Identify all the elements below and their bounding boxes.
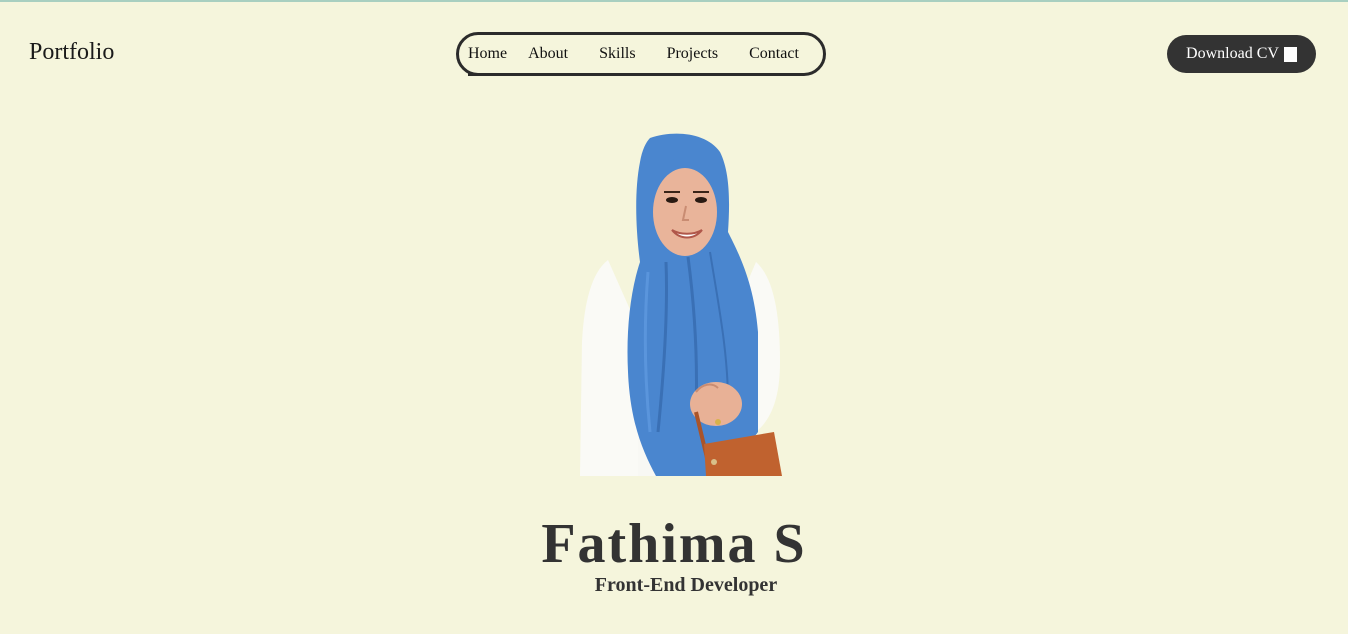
profile-photo xyxy=(580,133,782,476)
hero-role: Front-End Developer xyxy=(594,574,778,596)
nav-skills[interactable]: Skills xyxy=(599,45,635,63)
download-icon xyxy=(1283,46,1297,62)
nav-home[interactable]: Home xyxy=(468,45,507,63)
download-cv-label: Download CV xyxy=(1186,45,1279,62)
nav-about[interactable]: About xyxy=(528,45,568,63)
nav-contact[interactable]: Contact xyxy=(749,45,799,63)
download-cv-button[interactable]: Download CV xyxy=(1167,35,1316,73)
active-nav-indicator xyxy=(468,73,537,76)
main-nav: Home About Skills Projects Contact xyxy=(456,32,826,76)
hero-name: Fathima S xyxy=(541,513,807,575)
nav-projects[interactable]: Projects xyxy=(667,45,719,63)
site-logo[interactable]: Portfolio xyxy=(29,39,114,66)
